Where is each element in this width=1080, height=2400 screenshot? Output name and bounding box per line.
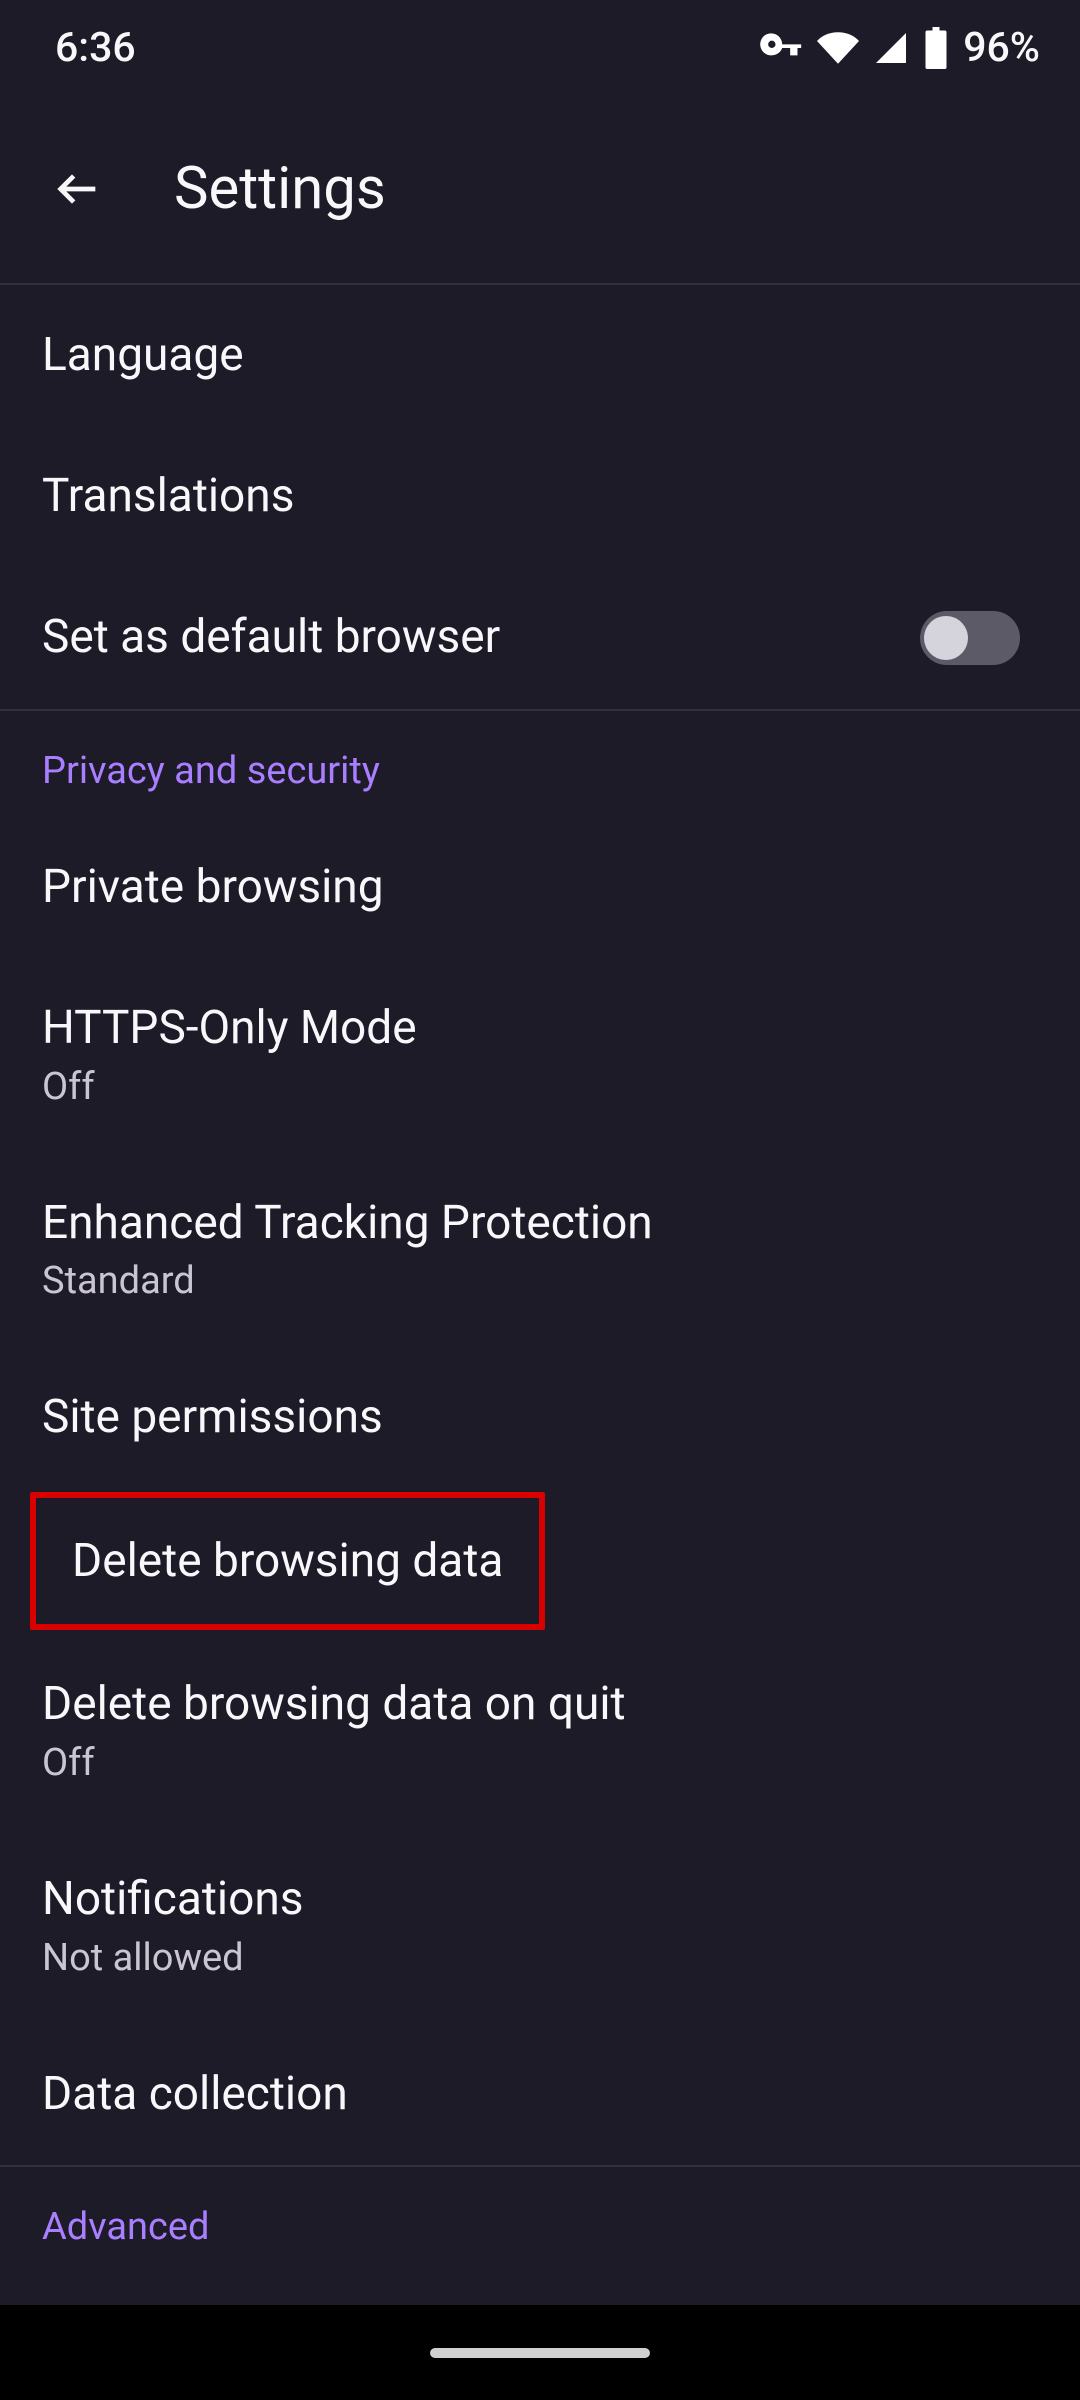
statusbar: 6:36 96% <box>0 0 1080 95</box>
item-label: Site permissions <box>42 1391 383 1444</box>
section-privacy-security: Privacy and security <box>0 709 1080 817</box>
appbar: Settings <box>0 95 1080 285</box>
toggle-knob <box>924 616 968 660</box>
item-label: Language <box>42 329 244 382</box>
item-site-permissions[interactable]: Site permissions <box>0 1347 1080 1488</box>
item-default-browser[interactable]: Set as default browser <box>0 567 1080 709</box>
item-label: Data collection <box>42 2068 348 2121</box>
item-label: Notifications <box>42 1873 304 1926</box>
section-advanced: Advanced <box>0 2165 1080 2273</box>
page-title: Settings <box>174 155 386 223</box>
item-subtitle: Off <box>42 1741 626 1785</box>
item-label: HTTPS-Only Mode <box>42 1002 417 1055</box>
battery-percent: 96% <box>963 24 1040 72</box>
item-https-only[interactable]: HTTPS-Only Mode Off <box>0 958 1080 1153</box>
item-label: Delete browsing data <box>72 1534 503 1588</box>
item-notifications[interactable]: Notifications Not allowed <box>0 1829 1080 2024</box>
cell-signal-icon <box>873 30 909 66</box>
item-data-collection[interactable]: Data collection <box>0 2024 1080 2165</box>
arrow-left-icon <box>52 163 104 215</box>
status-icons: 96% <box>759 24 1040 72</box>
status-time: 6:36 <box>55 24 136 72</box>
settings-list: Language Translations Set as default bro… <box>0 285 1080 2305</box>
highlight-outline: Delete browsing data <box>30 1492 545 1630</box>
item-enhanced-tracking-protection[interactable]: Enhanced Tracking Protection Standard <box>0 1153 1080 1348</box>
item-language[interactable]: Language <box>0 285 1080 426</box>
battery-icon <box>923 27 949 69</box>
item-subtitle: Not allowed <box>42 1936 304 1980</box>
item-label: Enhanced Tracking Protection <box>42 1197 653 1250</box>
back-button[interactable] <box>38 149 118 229</box>
default-browser-toggle[interactable] <box>920 611 1020 665</box>
system-nav-bar <box>0 2305 1080 2400</box>
wifi-icon <box>817 27 859 69</box>
item-label: Set as default browser <box>42 611 500 664</box>
item-delete-browsing-data[interactable]: Delete browsing data <box>0 1488 1080 1634</box>
item-translations[interactable]: Translations <box>0 426 1080 567</box>
home-gesture-pill[interactable] <box>430 2348 650 2358</box>
item-label: Private browsing <box>42 861 384 914</box>
vpn-key-icon <box>759 26 803 70</box>
item-subtitle: Off <box>42 1065 417 1109</box>
item-label: Translations <box>42 470 294 523</box>
item-label: Delete browsing data on quit <box>42 1678 626 1731</box>
item-subtitle: Standard <box>42 1259 653 1303</box>
item-private-browsing[interactable]: Private browsing <box>0 817 1080 958</box>
item-delete-browsing-data-on-quit[interactable]: Delete browsing data on quit Off <box>0 1634 1080 1829</box>
